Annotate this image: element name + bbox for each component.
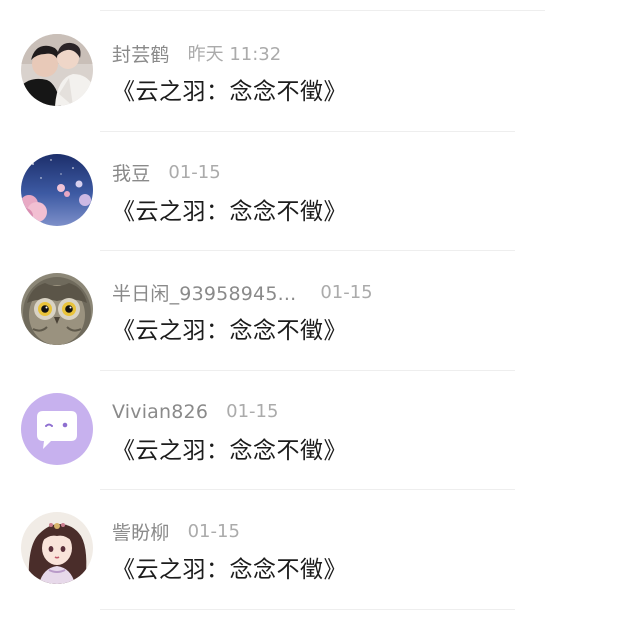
owl-avatar[interactable] xyxy=(21,273,93,345)
chat-bubble-face-avatar[interactable] xyxy=(21,392,93,465)
message-meta: 訾盼柳 01-15 xyxy=(112,518,240,544)
list-item[interactable]: Vivian826 01-15 《云之羽：念念不徵》 xyxy=(0,371,640,490)
message-text: 《云之羽：念念不徵》 xyxy=(112,557,347,583)
timestamp: 01-15 xyxy=(320,281,373,303)
list-item[interactable]: 封芸鹤 昨天 11:32 《云之羽：念念不徵》 xyxy=(0,12,640,132)
sender-name[interactable]: 封芸鹤 xyxy=(112,40,170,67)
message-meta: 半日闲_93958945... 01-15 xyxy=(112,279,373,305)
message-meta: 我豆 01-15 xyxy=(112,160,221,186)
list-item[interactable]: 訾盼柳 01-15 《云之羽：念念不徵》 xyxy=(0,490,640,610)
sky-blossom-avatar[interactable] xyxy=(21,153,93,226)
message-meta: 封芸鹤 昨天 11:32 xyxy=(112,40,281,66)
divider xyxy=(100,608,515,610)
timestamp: 01-15 xyxy=(226,401,279,422)
message-text: 《云之羽：念念不徵》 xyxy=(112,318,347,344)
top-divider xyxy=(100,10,545,11)
message-meta: Vivian826 01-15 xyxy=(112,399,278,425)
sender-name[interactable]: 訾盼柳 xyxy=(112,518,170,545)
list-item[interactable]: 半日闲_93958945... 01-15 《云之羽：念念不徵》 xyxy=(0,251,640,371)
couple-photo-avatar[interactable] xyxy=(21,34,93,106)
message-text: 《云之羽：念念不徵》 xyxy=(112,79,347,105)
sender-name[interactable]: 我豆 xyxy=(112,159,150,186)
timestamp: 昨天 11:32 xyxy=(187,44,282,65)
timestamp: 01-15 xyxy=(187,520,240,542)
message-text: 《云之羽：念念不徵》 xyxy=(112,437,347,464)
sender-name[interactable]: 半日闲_93958945... xyxy=(112,279,296,306)
sender-name[interactable]: Vivian826 xyxy=(112,401,208,423)
list-item[interactable]: 我豆 01-15 《云之羽：念念不徵》 xyxy=(0,132,640,251)
message-text: 《云之羽：念念不徵》 xyxy=(112,198,347,225)
anime-girl-avatar[interactable] xyxy=(21,512,93,584)
comment-list: 封芸鹤 昨天 11:32 《云之羽：念念不徵》 我豆 01-15 《云之羽：念念… xyxy=(0,12,640,610)
timestamp: 01-15 xyxy=(168,162,221,183)
